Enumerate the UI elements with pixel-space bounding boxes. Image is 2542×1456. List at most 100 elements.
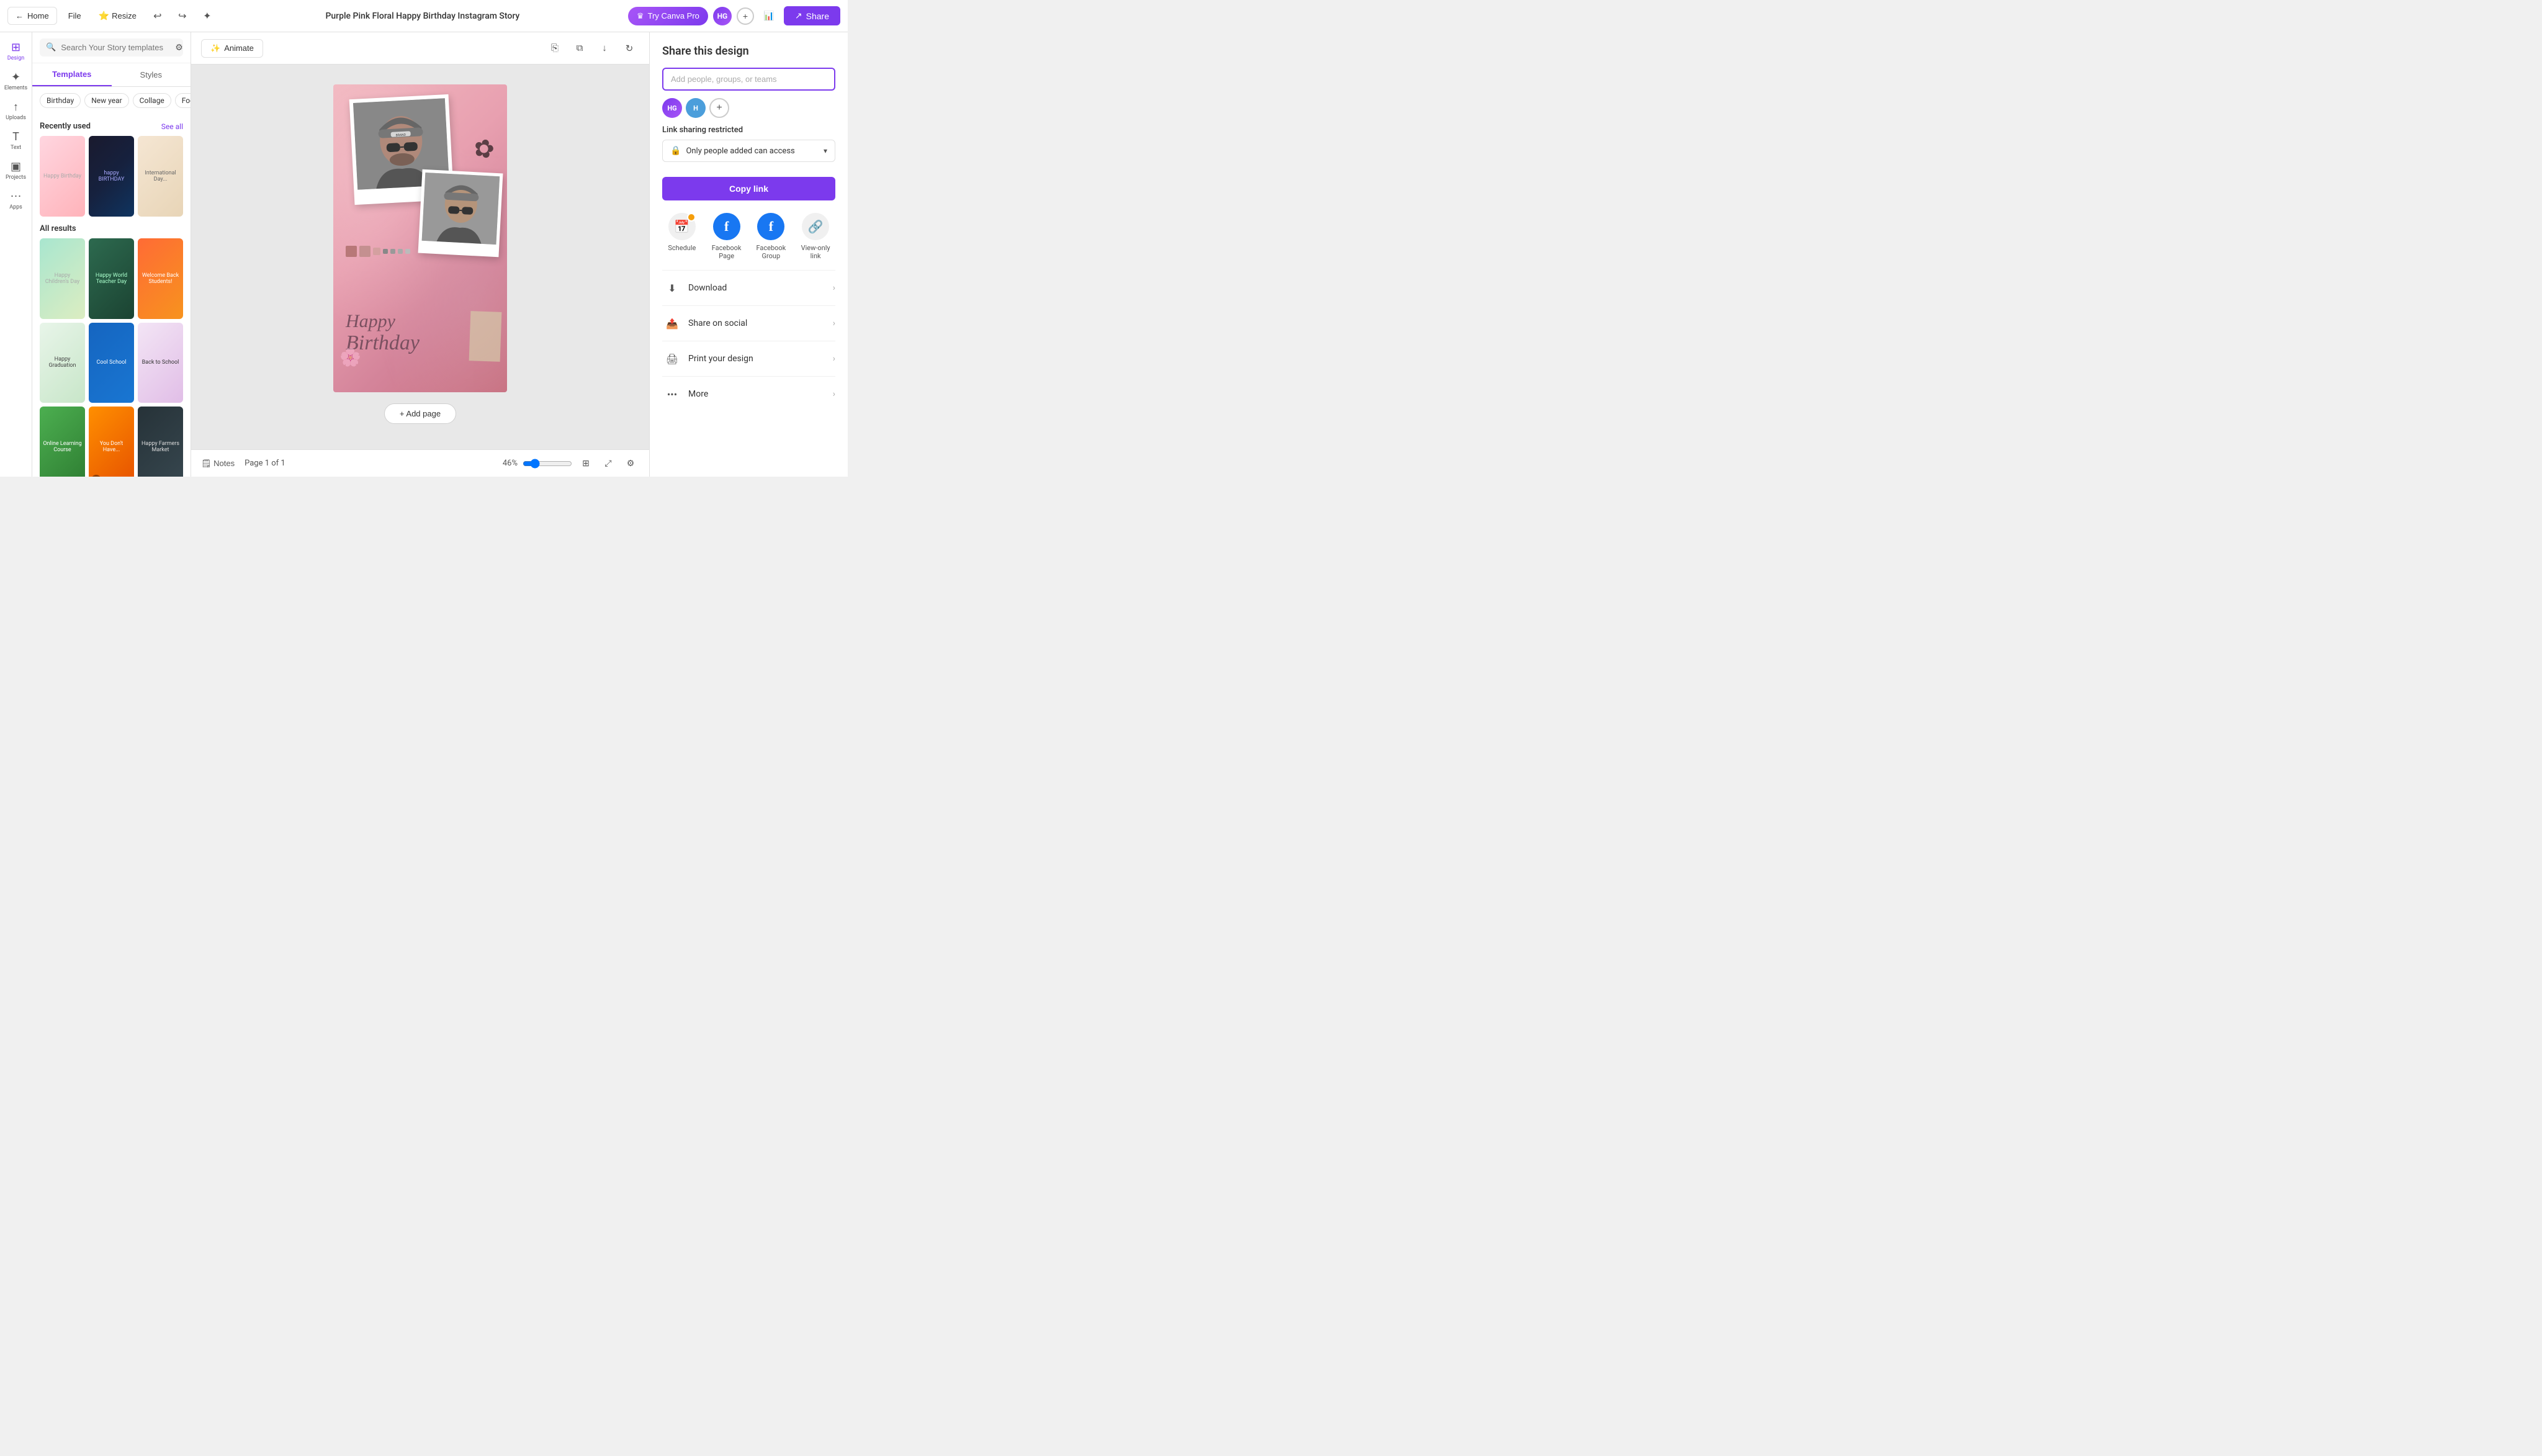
sidebar-text-label: Text xyxy=(11,145,21,151)
add-page-button[interactable]: + Add page xyxy=(384,403,456,424)
template-thumb-ar5[interactable]: Cool School xyxy=(89,323,134,403)
download-action-left: ⬇ Download xyxy=(662,278,727,298)
magic-button[interactable]: ✦ xyxy=(197,6,217,26)
link-option-text: Only people added can access xyxy=(686,146,819,156)
social-action[interactable]: 📤 Share on social › xyxy=(662,305,835,341)
people-input[interactable] xyxy=(662,68,835,91)
undo-button[interactable]: ↩ xyxy=(148,6,168,26)
canvas-area: ✨ Animate ⎘ ⧉ ↓ ↻ xyxy=(191,32,649,477)
sidebar-elements-label: Elements xyxy=(4,85,27,91)
sidebar-item-apps[interactable]: ⋯ Apps xyxy=(2,186,30,213)
template-thumb-ar2[interactable]: Happy World Teacher Day xyxy=(89,238,134,319)
download-canvas-button[interactable]: ↓ xyxy=(595,38,614,58)
color-strip xyxy=(346,246,410,257)
template-label-ar2: Happy World Teacher Day xyxy=(89,238,134,319)
template-thumb-ru3[interactable]: International Day... xyxy=(138,136,183,217)
template-thumb-ar3[interactable]: Welcome Back Students! xyxy=(138,238,183,319)
template-thumb-ar1[interactable]: Happy Children's Day xyxy=(40,238,85,319)
template-thumb-ru1[interactable]: Happy Birthday xyxy=(40,136,85,217)
all-results-header: All results xyxy=(40,217,183,238)
share-panel: Share this design HG H + Link sharing re… xyxy=(649,32,848,477)
template-thumb-ar8[interactable]: You Don't Have... ▶ xyxy=(89,407,134,477)
svg-text:BRAND: BRAND xyxy=(395,133,406,137)
social-icon: 📤 xyxy=(662,313,682,333)
file-button[interactable]: File xyxy=(62,7,88,24)
panel-content: Recently used See all Happy Birthday hap… xyxy=(32,114,191,477)
search-area: 🔍 ⚙ xyxy=(32,32,191,63)
stats-icon[interactable]: 📊 xyxy=(759,6,779,26)
apps-icon: ⋯ xyxy=(11,190,22,203)
filter-button[interactable]: ⚙ xyxy=(175,42,183,53)
template-label-ar9: Happy Farmers Market xyxy=(138,407,183,477)
all-results-grid: Happy Children's Day Happy World Teacher… xyxy=(40,238,183,477)
redo-button[interactable]: ↪ xyxy=(173,6,192,26)
share-item-view-link[interactable]: 🔗 View-only link xyxy=(796,213,835,260)
kraft-paper xyxy=(469,311,502,362)
template-thumb-ar7[interactable]: Online Learning Course xyxy=(40,407,85,477)
template-thumb-ar4[interactable]: Happy Graduation xyxy=(40,323,85,403)
template-thumb-ar9[interactable]: Happy Farmers Market xyxy=(138,407,183,477)
template-label-ru3: International Day... xyxy=(138,136,183,217)
add-people-button[interactable]: + xyxy=(709,98,729,118)
resize-button[interactable]: ⭐ Resize xyxy=(92,7,143,25)
try-pro-button[interactable]: ♛ Try Canva Pro xyxy=(628,7,708,25)
zoom-slider[interactable] xyxy=(523,459,572,469)
fb-group-icon-circle: f xyxy=(757,213,784,240)
home-label: Home xyxy=(27,11,49,20)
expand-button[interactable]: ⤢ xyxy=(600,455,617,472)
print-label: Print your design xyxy=(688,354,753,364)
copy-link-button[interactable]: Copy link xyxy=(662,177,835,200)
share-button[interactable]: ↗ Share xyxy=(784,6,840,25)
duplicate-button[interactable]: ⧉ xyxy=(570,38,590,58)
share-item-fb-group[interactable]: f Facebook Group xyxy=(752,213,791,260)
photo-secondary-inner xyxy=(422,172,500,244)
share-item-fb-page[interactable]: f Facebook Page xyxy=(707,213,747,260)
settings-button[interactable]: ⚙ xyxy=(622,455,639,472)
template-label-ar4: Happy Graduation xyxy=(40,323,85,403)
view-link-icon: 🔗 xyxy=(808,219,824,234)
more-action-left: ••• More xyxy=(662,384,708,404)
chip-collage[interactable]: Collage xyxy=(133,93,171,108)
sidebar-item-design[interactable]: ⊞ Design xyxy=(2,37,30,65)
tab-templates[interactable]: Templates xyxy=(32,63,112,86)
see-all-link[interactable]: See all xyxy=(161,122,183,131)
template-label-ar5: Cool School xyxy=(89,323,134,403)
template-thumb-ru2[interactable]: happy BIRTHDAY xyxy=(89,136,134,217)
design-preview[interactable]: BRAND xyxy=(333,84,507,392)
flower-decoration-2: 🌸 xyxy=(339,347,361,367)
chip-birthday[interactable]: Birthday xyxy=(40,93,81,108)
fb-page-label: Facebook Page xyxy=(707,244,747,260)
copy-button[interactable]: ⎘ xyxy=(545,38,565,58)
sidebar-item-projects[interactable]: ▣ Projects xyxy=(2,156,30,184)
template-label-ar7: Online Learning Course xyxy=(40,407,85,477)
grid-view-button[interactable]: ⊞ xyxy=(577,455,595,472)
add-button[interactable]: + xyxy=(737,7,754,25)
share-item-schedule[interactable]: 📅 Schedule xyxy=(662,213,702,260)
uploads-icon: ↑ xyxy=(13,101,19,114)
sidebar-item-elements[interactable]: ✦ Elements xyxy=(2,67,30,94)
download-action[interactable]: ⬇ Download › xyxy=(662,270,835,305)
link-dropdown[interactable]: 🔒 Only people added can access ▾ xyxy=(662,140,835,162)
more-action[interactable]: ••• More › xyxy=(662,376,835,411)
sidebar-item-uploads[interactable]: ↑ Uploads xyxy=(2,97,30,124)
search-icon: 🔍 xyxy=(46,43,56,52)
download-icon: ⬇ xyxy=(662,278,682,298)
avatar[interactable]: HG xyxy=(713,7,732,25)
notes-button[interactable]: 🗒 Notes xyxy=(201,459,235,469)
refresh-button[interactable]: ↻ xyxy=(619,38,639,58)
print-action[interactable]: 🖨 Print your design › xyxy=(662,341,835,376)
chip-newyear[interactable]: New year xyxy=(84,93,128,108)
recently-used-header: Recently used See all xyxy=(40,114,183,136)
schedule-icon-circle: 📅 xyxy=(668,213,696,240)
search-input[interactable] xyxy=(61,43,170,52)
template-thumb-ar6[interactable]: Back to School xyxy=(138,323,183,403)
tab-styles[interactable]: Styles xyxy=(112,63,191,86)
animate-button[interactable]: ✨ Animate xyxy=(201,39,263,58)
chip-food[interactable]: Food xyxy=(175,93,191,108)
left-sidebar: ⊞ Design ✦ Elements ↑ Uploads T Text ▣ P… xyxy=(0,32,32,477)
recently-used-grid: Happy Birthday happy BIRTHDAY Internatio… xyxy=(40,136,183,217)
home-button[interactable]: ← Home xyxy=(7,7,57,25)
sidebar-item-text[interactable]: T Text xyxy=(2,127,30,154)
canvas-actions: ⎘ ⧉ ↓ ↻ xyxy=(545,38,639,58)
chevron-down-icon: ▾ xyxy=(824,146,827,155)
